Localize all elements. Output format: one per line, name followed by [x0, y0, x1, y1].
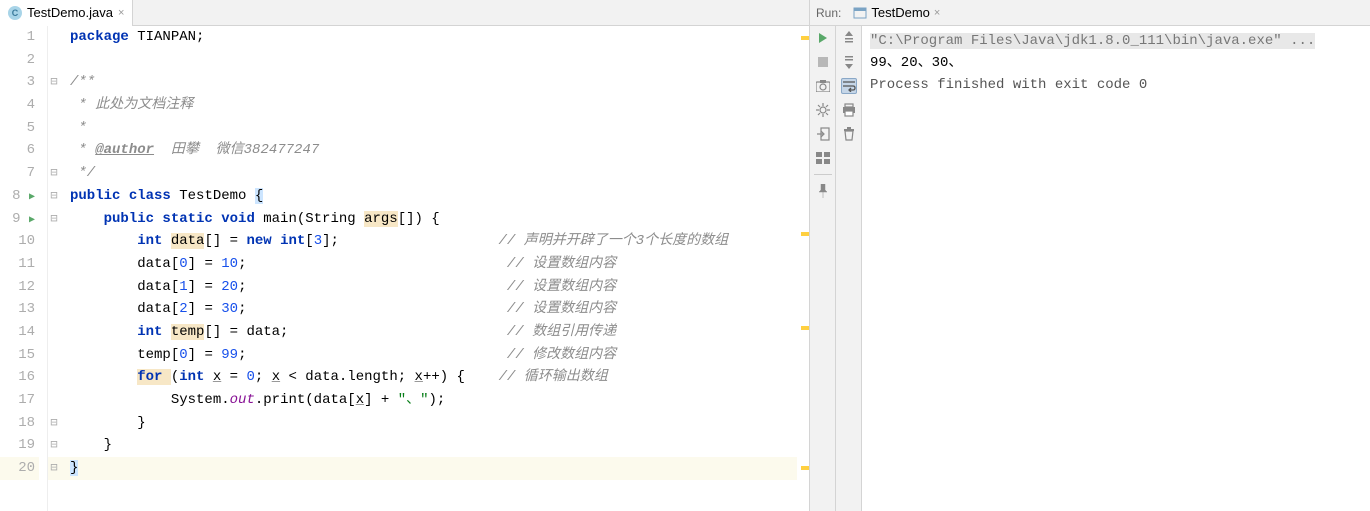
run-header-label: Run:	[816, 6, 841, 20]
fold-end-icon[interactable]: ⊟	[48, 457, 60, 480]
application-icon	[853, 6, 867, 20]
fold-end-icon[interactable]: ⊟	[48, 434, 60, 457]
editor-tab-filename: TestDemo.java	[27, 5, 113, 20]
editor-body[interactable]: 12345678 ▶9 ▶1011121314151617181920 ⊟⊟⊟⊟…	[0, 26, 809, 511]
up-stack-icon[interactable]	[841, 30, 857, 46]
layout-icon[interactable]	[815, 150, 831, 166]
fold-toggle-icon[interactable]: ⊟	[48, 208, 60, 231]
soft-wrap-icon[interactable]	[841, 78, 857, 94]
java-class-icon: C	[8, 6, 22, 20]
close-icon[interactable]: ×	[118, 7, 124, 19]
editor-tab-bar: C TestDemo.java ×	[0, 0, 809, 26]
run-gutter-icon[interactable]: ▶	[29, 215, 35, 226]
print-icon[interactable]	[841, 102, 857, 118]
editor-tab[interactable]: C TestDemo.java ×	[0, 0, 133, 26]
stop-icon[interactable]	[815, 54, 831, 70]
camera-icon[interactable]	[815, 78, 831, 94]
console-output[interactable]: "C:\Program Files\Java\jdk1.8.0_111\bin\…	[862, 26, 1370, 511]
run-gutter-icon[interactable]: ▶	[29, 192, 35, 203]
error-stripe	[797, 26, 809, 511]
close-icon[interactable]: ×	[934, 7, 940, 19]
pin-icon[interactable]	[815, 183, 831, 199]
fold-gutter: ⊟⊟⊟⊟⊟⊟⊟	[48, 26, 70, 511]
down-stack-icon[interactable]	[841, 54, 857, 70]
console-exit-line: Process finished with exit code 0	[870, 74, 1362, 96]
settings-icon[interactable]	[815, 102, 831, 118]
run-panel: Run: TestDemo ×	[810, 0, 1370, 511]
run-header: Run: TestDemo ×	[810, 0, 1370, 26]
fold-toggle-icon[interactable]: ⊟	[48, 185, 60, 208]
run-config-name: TestDemo	[871, 5, 930, 20]
run-toolbar-primary	[810, 26, 836, 511]
console-stdout-line: 99、20、30、	[870, 52, 1362, 74]
trash-icon[interactable]	[841, 126, 857, 142]
fold-toggle-icon[interactable]: ⊟	[48, 71, 60, 94]
run-config-tab[interactable]: TestDemo ×	[849, 5, 944, 20]
line-number-gutter: 12345678 ▶9 ▶1011121314151617181920	[0, 26, 48, 511]
fold-end-icon[interactable]: ⊟	[48, 412, 60, 435]
editor-panel: C TestDemo.java × 12345678 ▶9 ▶101112131…	[0, 0, 810, 511]
run-toolbar-secondary	[836, 26, 862, 511]
rerun-icon[interactable]	[815, 30, 831, 46]
code-area[interactable]: package TIANPAN; /** * 此处为文档注释 * * @auth…	[70, 26, 797, 511]
console-command-line: "C:\Program Files\Java\jdk1.8.0_111\bin\…	[870, 33, 1315, 49]
fold-end-icon[interactable]: ⊟	[48, 162, 60, 185]
exit-icon[interactable]	[815, 126, 831, 142]
